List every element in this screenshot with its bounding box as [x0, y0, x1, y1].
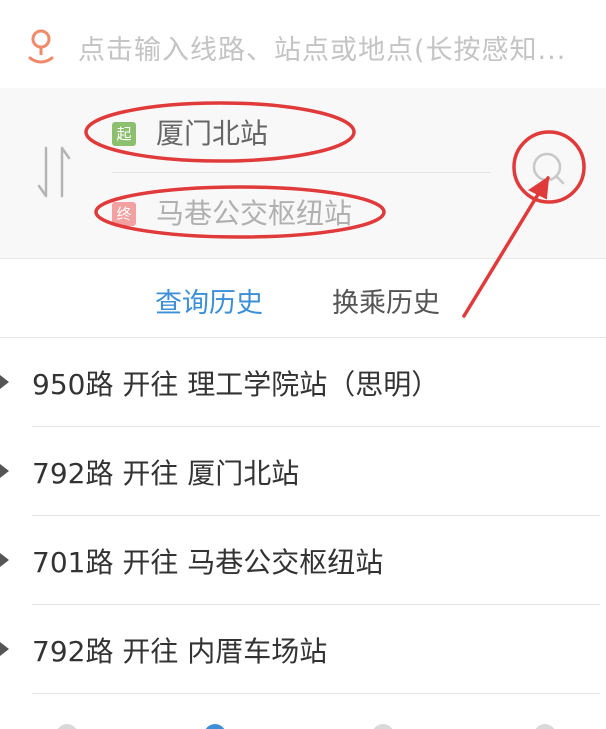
history-tabs: 查询历史 换乘历史: [0, 259, 606, 338]
list-divider: [32, 693, 600, 694]
tab-transfer-history[interactable]: 换乘历史: [332, 281, 440, 320]
end-station-field[interactable]: 马巷公交枢纽站: [156, 194, 352, 234]
history-item-text: 701路 开往 马巷公交枢纽站: [32, 546, 384, 579]
list-item[interactable]: 950路 开往 理工学院站（思明）: [0, 338, 606, 427]
history-item-text: 792路 开往 厦门北站: [32, 457, 300, 490]
start-badge: 起: [112, 122, 136, 146]
history-item-text: 792路 开往 内厝车场站: [32, 635, 328, 668]
nav-icon[interactable]: [56, 724, 78, 729]
history-list: 950路 开往 理工学院站（思明） 792路 开往 厦门北站 701路 开往 马…: [0, 338, 606, 694]
play-arrow-icon: [0, 375, 9, 389]
play-arrow-icon: [0, 464, 9, 478]
play-arrow-icon: [0, 642, 9, 656]
list-item[interactable]: 701路 开往 马巷公交枢纽站: [0, 516, 606, 605]
search-bar[interactable]: 点击输入线路、站点或地点(长按感知...: [0, 0, 606, 89]
search-input[interactable]: 点击输入线路、站点或地点(长按感知...: [78, 28, 566, 67]
station-divider: [112, 172, 490, 173]
history-item-text: 950路 开往 理工学院站（思明）: [32, 368, 440, 401]
tab-query-history[interactable]: 查询历史: [155, 281, 263, 320]
route-panel: 起 厦门北站 终 马巷公交枢纽站: [0, 88, 606, 259]
play-arrow-icon: [0, 553, 9, 567]
list-item[interactable]: 792路 开往 内厝车场站: [0, 605, 606, 694]
swap-arrows-icon[interactable]: [32, 142, 76, 202]
location-pin-icon: [28, 29, 54, 64]
list-item[interactable]: 792路 开往 厦门北站: [0, 427, 606, 516]
bottom-nav: [0, 712, 606, 729]
search-icon[interactable]: [530, 150, 568, 188]
start-station-field[interactable]: 厦门北站: [156, 114, 268, 154]
nav-icon[interactable]: [204, 724, 226, 729]
nav-icon[interactable]: [372, 724, 394, 729]
end-badge: 终: [112, 202, 136, 226]
nav-icon[interactable]: [534, 724, 556, 729]
bus-route-screen: 点击输入线路、站点或地点(长按感知... 起 厦门北站 终 马巷公交枢纽站 查询…: [0, 0, 606, 729]
